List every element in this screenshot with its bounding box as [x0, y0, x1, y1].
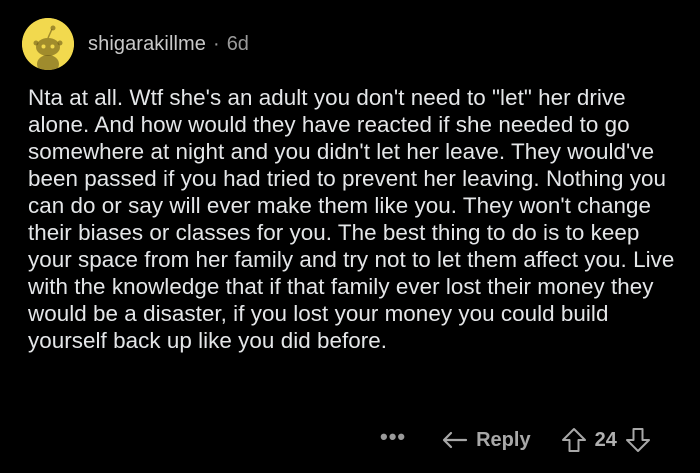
reply-arrow-icon [443, 431, 468, 449]
comment-body: Nta at all. Wtf she's an adult you don't… [28, 85, 675, 353]
avatar[interactable] [22, 18, 74, 70]
username-link[interactable]: shigarakillme [88, 33, 206, 56]
comment-header: shigarakillme · 6d [22, 14, 249, 74]
more-options-button[interactable]: ••• [380, 426, 406, 454]
vote-controls: 24 [561, 427, 651, 453]
comment-age: 6d [226, 32, 249, 55]
downvote-arrow-icon[interactable] [625, 427, 651, 453]
vote-count: 24 [594, 428, 617, 451]
comment-meta: shigarakillme · 6d [88, 33, 249, 56]
upvote-arrow-icon[interactable] [561, 427, 587, 453]
snoo-avatar-icon [22, 18, 74, 70]
meta-separator: · [213, 32, 220, 55]
comment-card: shigarakillme · 6d Nta at all. Wtf she's… [0, 0, 700, 473]
reply-label: Reply [476, 428, 531, 451]
reply-button[interactable]: Reply [442, 428, 531, 452]
comment-actions: ••• Reply 24 [380, 422, 651, 458]
